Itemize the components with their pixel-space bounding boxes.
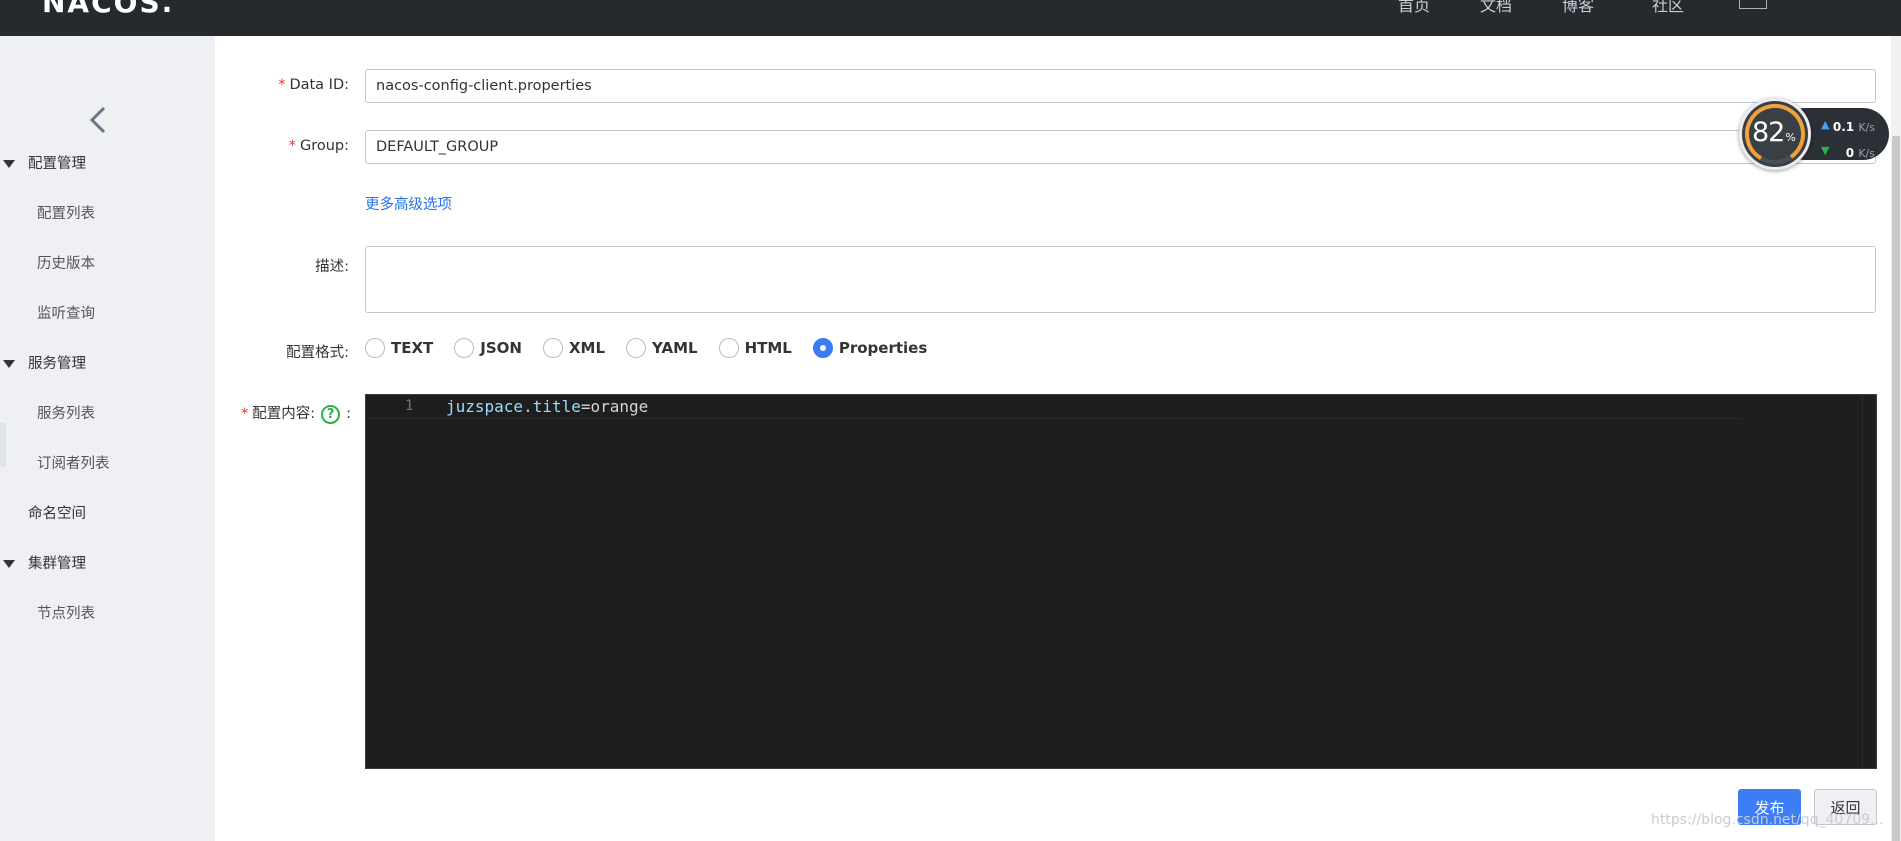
label-colon: : xyxy=(346,406,351,422)
required-mark: * xyxy=(240,406,249,422)
sidebar-group-cluster[interactable]: 集群管理 xyxy=(0,552,86,573)
required-mark: * xyxy=(288,138,296,154)
upload-value: 0.1 xyxy=(1832,120,1855,134)
collapse-sidebar-icon[interactable] xyxy=(86,104,112,136)
format-option-json[interactable]: JSON xyxy=(454,338,522,358)
nacos-logo[interactable]: NACOS. xyxy=(42,0,174,19)
page-scrollbar-thumb[interactable] xyxy=(1892,136,1900,841)
format-option-yaml[interactable]: YAML xyxy=(626,338,698,358)
format-option-xml[interactable]: XML xyxy=(542,338,606,358)
format-radio-group: TEXT JSON XML YAML HTML Properties xyxy=(365,338,948,358)
sidebar-group-label: 配置管理 xyxy=(28,156,86,172)
nav-home[interactable]: 首页 xyxy=(1398,0,1430,16)
description-label: 描述: xyxy=(315,259,349,275)
cpu-gauge: 82% xyxy=(1739,98,1811,170)
group-label: * Group: xyxy=(289,138,349,154)
sidebar-item-history[interactable]: 历史版本 xyxy=(37,252,95,273)
group-label-text: Group: xyxy=(299,138,349,154)
format-option-properties[interactable]: Properties xyxy=(812,338,928,358)
sidebar-group-service[interactable]: 服务管理 xyxy=(0,352,86,373)
nav-community[interactable]: 社区 xyxy=(1652,0,1684,16)
code-equals: = xyxy=(580,397,591,416)
editor-scrollbar[interactable] xyxy=(1862,395,1876,768)
upload-unit: K/s xyxy=(1858,121,1875,134)
code-value: orange xyxy=(590,397,649,416)
nav-blog[interactable]: 博客 xyxy=(1562,0,1594,16)
gauge-percent: 82 xyxy=(1752,117,1785,148)
group-input[interactable]: DEFAULT_GROUP xyxy=(365,130,1876,164)
radio-circle xyxy=(365,338,385,358)
advanced-options-link[interactable]: 更多高级选项 xyxy=(365,193,452,214)
sidebar: 配置管理 配置列表 历史版本 监听查询 服务管理 服务列表 订阅者列表 命名空间… xyxy=(0,36,215,841)
sidebar-item-listener-query[interactable]: 监听查询 xyxy=(37,302,95,323)
radio-label: Properties xyxy=(838,339,928,357)
caret-down-icon xyxy=(3,560,15,568)
sidebar-item-namespace[interactable]: 命名空间 xyxy=(28,502,86,523)
download-unit: K/s xyxy=(1858,147,1875,160)
caret-down-icon xyxy=(3,360,15,368)
sidebar-group-label: 服务管理 xyxy=(28,356,86,372)
code-key: juzspace.title xyxy=(446,397,581,416)
help-icon[interactable]: ? xyxy=(321,404,341,424)
upload-arrow-icon: ▲ xyxy=(1821,118,1830,131)
download-speed: 0 K/s xyxy=(1846,146,1875,160)
sidebar-group-config[interactable]: 配置管理 xyxy=(0,152,86,173)
line-number: 1 xyxy=(405,398,414,414)
radio-circle xyxy=(718,338,739,358)
format-option-html[interactable]: HTML xyxy=(718,338,792,358)
content-editor[interactable]: 1 juzspace.title=orange xyxy=(365,394,1877,769)
download-arrow-icon: ▼ xyxy=(1821,144,1830,157)
radio-circle xyxy=(626,338,647,358)
gauge-value: 82% xyxy=(1752,117,1796,148)
format-label: 配置格式: xyxy=(286,345,349,361)
caret-down-icon xyxy=(3,160,15,168)
language-switch[interactable] xyxy=(1739,0,1767,9)
radio-circle xyxy=(542,338,563,358)
logo-text: NACOS. xyxy=(42,0,175,19)
sidebar-item-service-list[interactable]: 服务列表 xyxy=(37,402,95,423)
page-scrollbar[interactable] xyxy=(1891,36,1901,841)
download-value: 0 xyxy=(1845,146,1855,160)
format-option-text[interactable]: TEXT xyxy=(365,338,433,358)
nav-docs[interactable]: 文档 xyxy=(1480,0,1512,16)
radio-circle-checked xyxy=(812,338,833,358)
data-id-input[interactable]: nacos-config-client.properties xyxy=(365,69,1876,103)
watermark: https://blog.csdn.net/qq_40709... xyxy=(1651,812,1884,828)
network-speed-widget[interactable]: 0.1 K/s 0 K/s ▲ ▼ 82% xyxy=(1739,98,1889,170)
radio-label: TEXT xyxy=(391,339,434,357)
code-text: juzspace.title=orange xyxy=(446,397,648,416)
gauge-unit: % xyxy=(1785,131,1796,144)
sidebar-item-config-list[interactable]: 配置列表 xyxy=(37,202,95,223)
content-label: * 配置内容:?: xyxy=(241,402,351,424)
editor-line: 1 juzspace.title=orange xyxy=(366,395,1741,419)
content-label-text: 配置内容: xyxy=(252,406,316,422)
sidebar-active-marker xyxy=(0,423,6,467)
sidebar-item-node-list[interactable]: 节点列表 xyxy=(37,602,95,623)
data-id-label: * Data ID: xyxy=(278,77,349,93)
sidebar-item-subscriber-list[interactable]: 订阅者列表 xyxy=(37,452,110,473)
description-textarea[interactable] xyxy=(365,246,1876,313)
radio-label: YAML xyxy=(652,339,698,357)
radio-label: XML xyxy=(568,339,606,357)
radio-label: HTML xyxy=(744,339,792,357)
radio-circle xyxy=(454,338,475,358)
required-mark: * xyxy=(278,77,286,93)
top-header: NACOS. 首页 文档 博客 社区 xyxy=(0,0,1901,36)
data-id-label-text: Data ID: xyxy=(289,77,349,93)
sidebar-group-label: 集群管理 xyxy=(28,556,86,572)
upload-speed: 0.1 K/s xyxy=(1833,120,1875,134)
radio-label: JSON xyxy=(480,339,522,357)
